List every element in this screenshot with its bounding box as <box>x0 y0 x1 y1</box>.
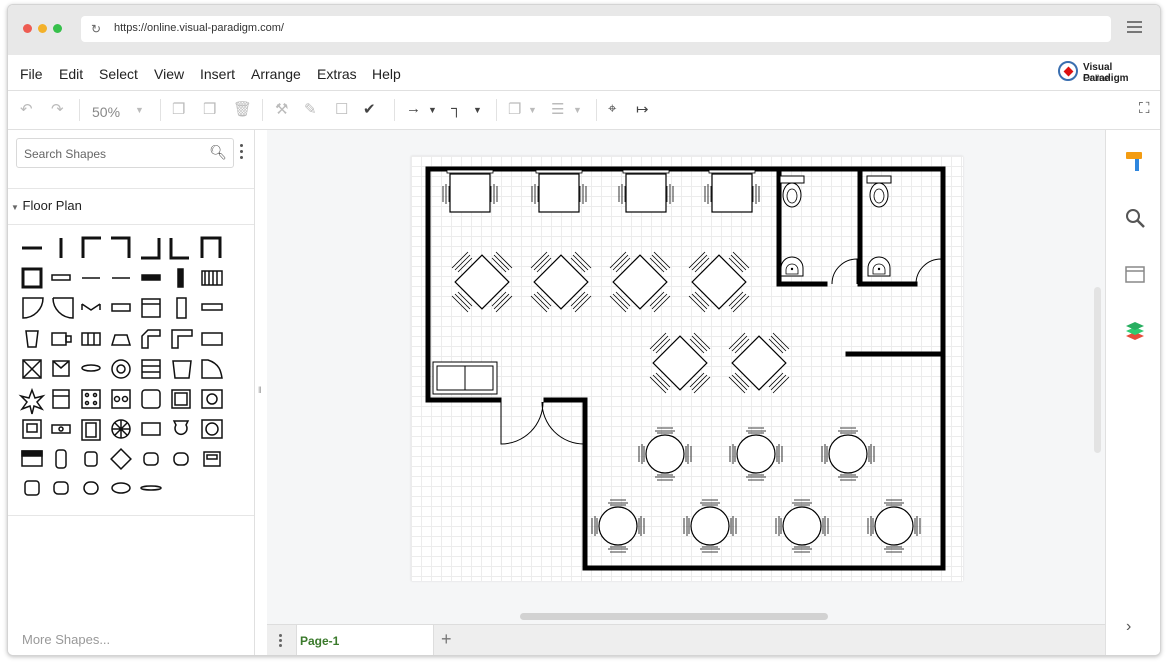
search-icon[interactable] <box>1124 207 1146 229</box>
close-dot-icon[interactable] <box>23 24 32 33</box>
right-sidebar: › <box>1105 130 1160 655</box>
align-icon[interactable]: ☰ <box>551 100 564 118</box>
line-color-icon[interactable]: ✎ <box>304 100 317 118</box>
connector-style-icon[interactable]: → <box>406 100 421 117</box>
format-painter-icon[interactable]: ✔ <box>363 100 376 118</box>
search-shapes-input[interactable]: Search Shapes 🔍︎ <box>16 138 234 168</box>
add-page-button[interactable]: + <box>441 629 452 650</box>
toolbar: ↶ ↷ 50% ▼ ❐ ❒ 🗑 ⚒ ✎ ☐ ✔ → ▼ ┐ ▼ ❐ ▼ ☰ ▼ … <box>8 91 1160 130</box>
menu-view[interactable]: View <box>154 66 184 82</box>
diagram-page[interactable] <box>411 156 963 581</box>
address-bar[interactable]: ↻ https://online.visual-paradigm.com/ <box>81 16 1111 42</box>
page-tabs-bar: Page-1 + <box>267 624 1105 655</box>
outline-icon[interactable] <box>1124 264 1146 286</box>
collapse-panel-chevron-icon[interactable]: › <box>1126 618 1131 636</box>
format-icon[interactable] <box>1124 150 1146 172</box>
search-placeholder: Search Shapes <box>24 147 107 161</box>
fill-color-icon[interactable]: ⚒ <box>275 100 288 118</box>
menu-arrange[interactable]: Arrange <box>251 66 301 82</box>
maximize-dot-icon[interactable] <box>53 24 62 33</box>
paste-icon[interactable]: ❒ <box>203 100 216 118</box>
redo-icon[interactable]: ↷ <box>51 100 64 118</box>
url-text: https://online.visual-paradigm.com/ <box>114 22 284 34</box>
arrange-icon[interactable]: ❐ <box>508 100 521 118</box>
category-floor-plan[interactable]: ▼ Floor Plan <box>11 198 82 213</box>
browser-menu-icon[interactable] <box>1127 21 1142 36</box>
shape-library-panel: Search Shapes 🔍︎ ▼ Floor Plan More Shape… <box>8 130 255 655</box>
copy-icon[interactable]: ❐ <box>172 100 185 118</box>
menu-bar: File Edit Select View Insert Arrange Ext… <box>8 56 1160 91</box>
panel-options-icon[interactable] <box>240 144 243 162</box>
arrange-dropdown-icon[interactable]: ▼ <box>528 105 537 115</box>
zoom-level[interactable]: 50% <box>92 104 120 120</box>
menu-insert[interactable]: Insert <box>200 66 235 82</box>
align-dropdown-icon[interactable]: ▼ <box>573 105 582 115</box>
page-menu-icon[interactable] <box>279 634 282 649</box>
minimize-dot-icon[interactable] <box>38 24 47 33</box>
vertical-scrollbar[interactable] <box>1094 287 1101 453</box>
menu-file[interactable]: File <box>20 66 43 82</box>
tab-page-1-label: Page-1 <box>300 634 340 648</box>
delete-icon[interactable]: 🗑 <box>233 100 252 118</box>
panel-splitter[interactable]: ‖ <box>258 385 262 395</box>
category-label: Floor Plan <box>22 198 82 213</box>
shadow-icon[interactable]: ☐ <box>335 100 348 118</box>
menu-edit[interactable]: Edit <box>59 66 83 82</box>
connector-dropdown-icon[interactable]: ▼ <box>428 105 437 115</box>
fullscreen-icon[interactable]: ⛶ <box>1139 100 1150 117</box>
menu-extras[interactable]: Extras <box>317 66 357 82</box>
undo-icon[interactable]: ↶ <box>20 100 33 118</box>
visual-paradigm-logo[interactable]: Visual Paradigm Online <box>1058 60 1158 86</box>
logo-text-line2: Online <box>1083 73 1110 83</box>
more-shapes-link[interactable]: More Shapes... <box>22 632 110 647</box>
collapse-caret-icon: ▼ <box>11 203 19 212</box>
layers-icon[interactable] <box>1124 320 1146 342</box>
browser-titlebar: ↻ https://online.visual-paradigm.com/ <box>8 5 1160 55</box>
waypoint-dropdown-icon[interactable]: ▼ <box>473 105 482 115</box>
browser-window: ↻ https://online.visual-paradigm.com/ Fi… <box>7 4 1161 656</box>
fit-page-icon[interactable]: ⌖ <box>608 100 616 117</box>
menu-help[interactable]: Help <box>372 66 401 82</box>
zoom-dropdown-icon[interactable]: ▼ <box>135 105 144 115</box>
actual-size-icon[interactable]: ↦ <box>636 100 649 118</box>
logo-icon <box>1058 61 1078 81</box>
waypoint-icon[interactable]: ┐ <box>451 100 462 117</box>
horizontal-scrollbar[interactable] <box>520 613 828 620</box>
menu-select[interactable]: Select <box>99 66 138 82</box>
search-icon[interactable]: 🔍︎ <box>209 144 227 161</box>
floor-plan-shape-grid[interactable] <box>8 230 254 515</box>
tab-page-1[interactable]: Page-1 <box>296 625 434 655</box>
floor-plan-diagram[interactable] <box>411 156 963 581</box>
reload-icon[interactable]: ↻ <box>91 22 101 36</box>
